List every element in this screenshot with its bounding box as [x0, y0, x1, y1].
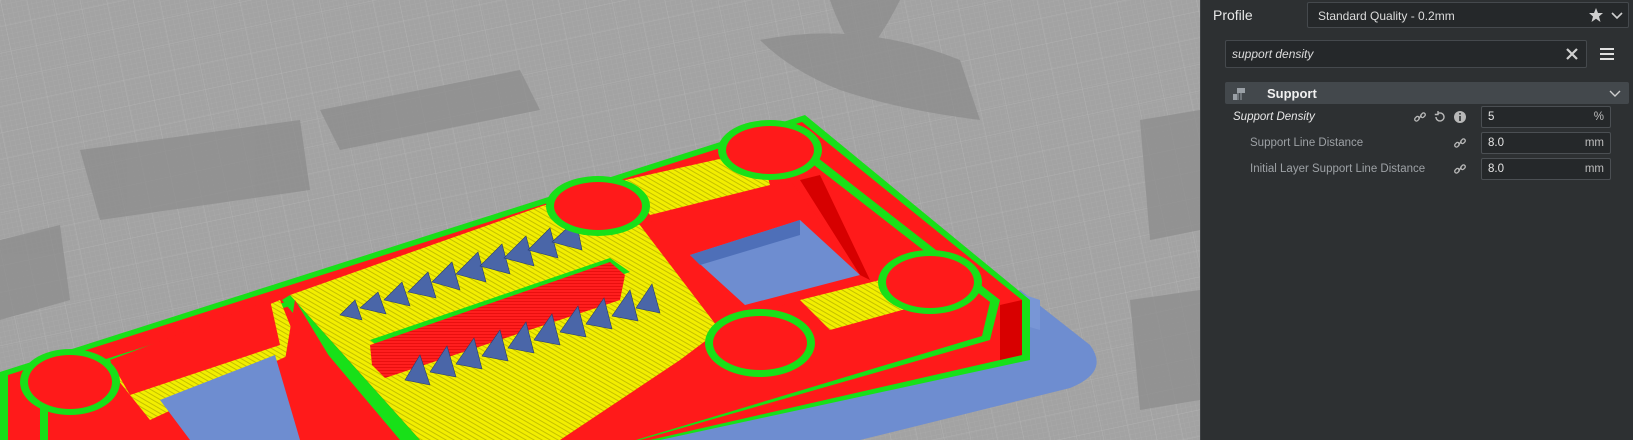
- setting-value: 8.0: [1488, 163, 1504, 175]
- chevron-down-icon[interactable]: [1609, 87, 1621, 99]
- profile-row: Profile Standard Quality - 0.2mm: [1201, 0, 1633, 30]
- chevron-down-icon[interactable]: [1610, 8, 1624, 22]
- link-icon[interactable]: [1453, 162, 1467, 176]
- setting-unit: mm: [1584, 163, 1604, 175]
- initial-layer-support-line-distance-input[interactable]: 8.0 mm: [1481, 158, 1611, 180]
- support-density-input[interactable]: 5 %: [1481, 106, 1611, 128]
- link-icon[interactable]: [1453, 136, 1467, 150]
- setting-support-density: Support Density 5 %: [1201, 106, 1633, 130]
- setting-unit: %: [1593, 111, 1604, 123]
- category-support-header[interactable]: Support: [1225, 82, 1629, 104]
- profile-dropdown[interactable]: Standard Quality - 0.2mm: [1307, 2, 1629, 28]
- support-category-icon: [1233, 88, 1245, 100]
- setting-label: Support Line Distance: [1250, 137, 1364, 149]
- hamburger-menu-icon[interactable]: [1597, 44, 1617, 64]
- setting-value: 8.0: [1488, 137, 1504, 149]
- setting-support-line-distance: Support Line Distance 8.0 mm: [1201, 132, 1633, 156]
- category-label: Support: [1267, 86, 1317, 101]
- profile-selected-value: Standard Quality - 0.2mm: [1318, 9, 1455, 23]
- sliced-model-view: [0, 0, 1200, 440]
- link-icon[interactable]: [1413, 110, 1427, 124]
- setting-label: Initial Layer Support Line Distance: [1250, 163, 1426, 175]
- reset-icon[interactable]: [1433, 110, 1447, 124]
- info-icon[interactable]: [1453, 110, 1467, 124]
- profile-label: Profile: [1213, 7, 1253, 23]
- settings-search[interactable]: [1225, 40, 1587, 68]
- print-settings-panel: Profile Standard Quality - 0.2mm Support: [1200, 0, 1633, 440]
- setting-label: Support Density: [1233, 111, 1315, 123]
- setting-unit: mm: [1584, 137, 1604, 149]
- star-icon[interactable]: [1588, 7, 1604, 23]
- setting-initial-layer-support-line-distance: Initial Layer Support Line Distance 8.0 …: [1201, 158, 1633, 182]
- close-icon[interactable]: [1564, 46, 1580, 62]
- support-line-distance-input[interactable]: 8.0 mm: [1481, 132, 1611, 154]
- 3d-viewport[interactable]: [0, 0, 1200, 440]
- setting-value: 5: [1488, 111, 1495, 123]
- search-input[interactable]: [1226, 41, 1546, 67]
